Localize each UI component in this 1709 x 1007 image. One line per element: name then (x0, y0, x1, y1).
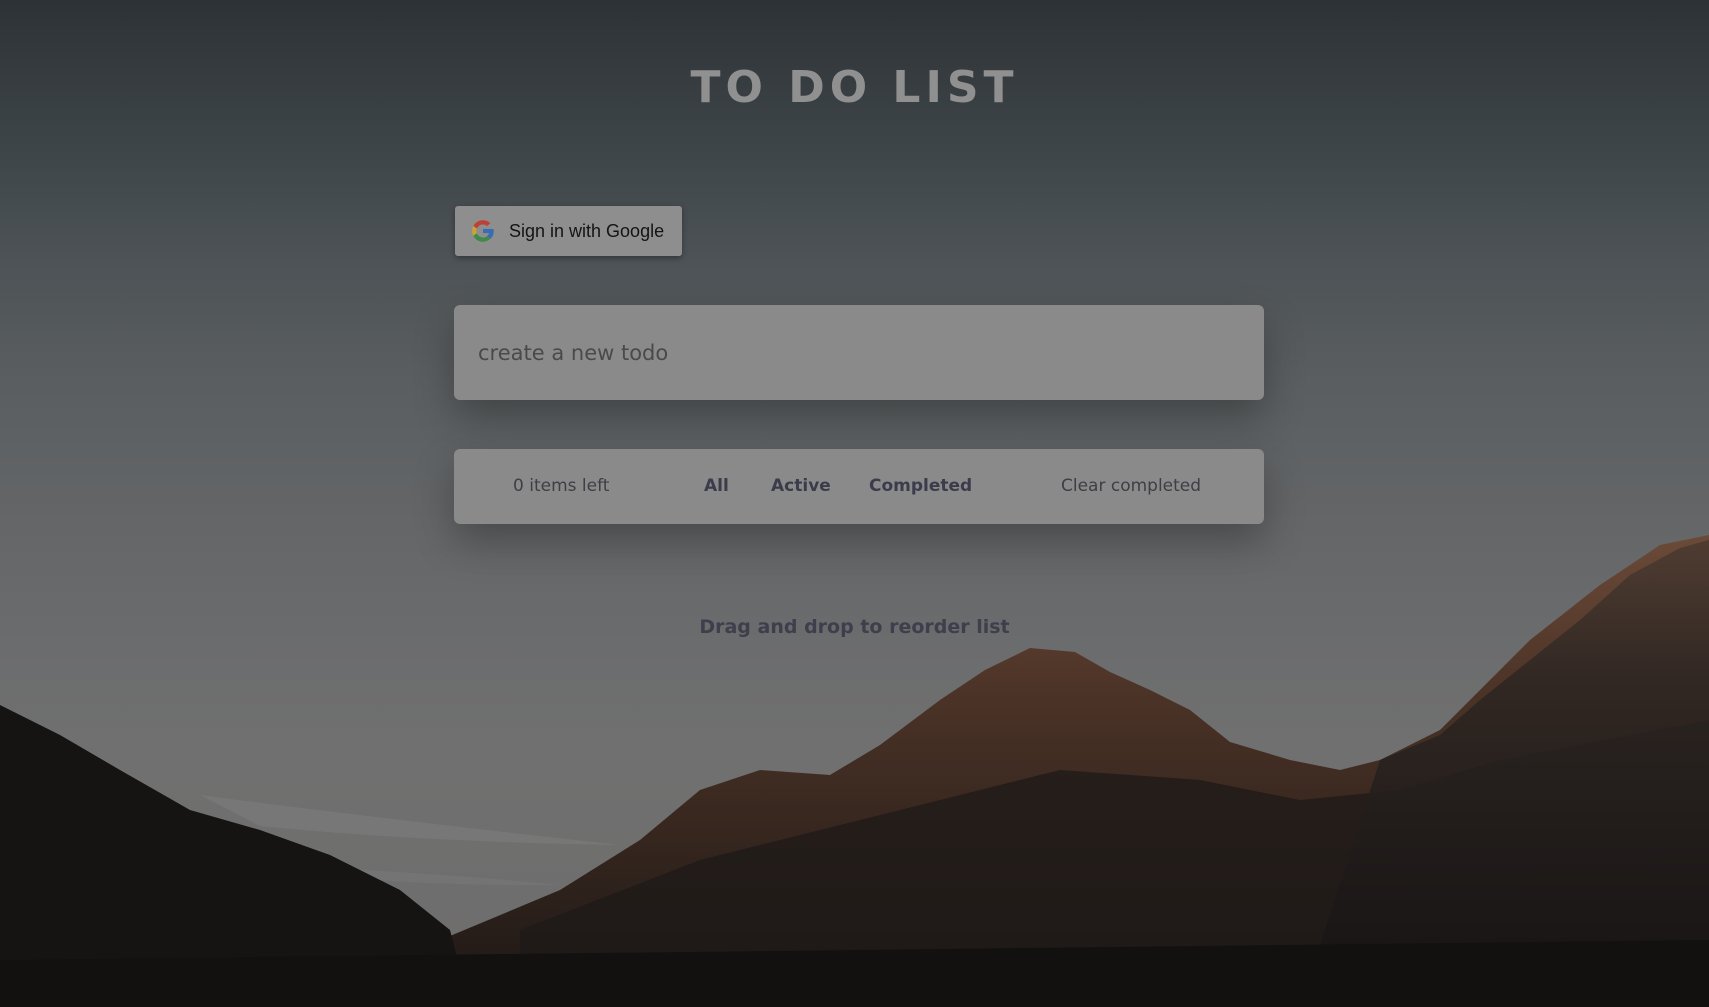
todo-footer: 0 items left All Active Completed Clear … (454, 449, 1264, 524)
filter-all[interactable]: All (704, 449, 729, 524)
reorder-hint: Drag and drop to reorder list (699, 616, 1010, 638)
google-sign-in-label: Sign in with Google (509, 220, 665, 241)
google-sign-in-button[interactable]: Sign in with Google (455, 206, 682, 256)
items-left-count: 0 items left (513, 476, 610, 496)
google-g-icon (469, 217, 497, 245)
filter-completed[interactable]: Completed (869, 449, 972, 524)
new-todo-panel (454, 305, 1264, 400)
filter-active[interactable]: Active (771, 449, 831, 524)
new-todo-input[interactable] (454, 305, 1264, 400)
app-root: TO DO LIST Sign in with Google 0 items l… (0, 0, 1709, 1007)
clear-completed-button[interactable]: Clear completed (1061, 449, 1201, 524)
page-title: TO DO LIST (690, 62, 1019, 113)
